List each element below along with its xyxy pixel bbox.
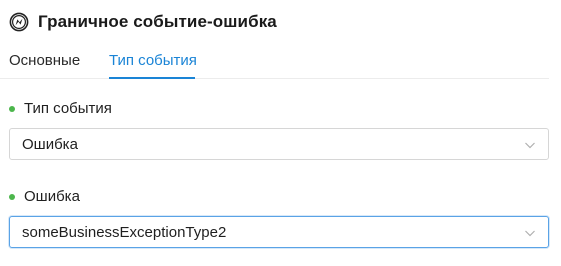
error-select[interactable]: someBusinessExceptionType2 [9, 216, 549, 248]
chevron-down-icon [525, 230, 535, 237]
event-type-label-text: Тип события [24, 100, 112, 117]
error-value: someBusinessExceptionType2 [22, 223, 227, 241]
required-dot-icon [9, 193, 15, 200]
chevron-down-icon [525, 142, 535, 149]
error-label: Ошибка [9, 188, 80, 205]
tab-event-type[interactable]: Тип события [109, 52, 197, 70]
event-type-value: Ошибка [22, 135, 78, 153]
error-label-text: Ошибка [24, 188, 80, 205]
panel-header: Граничное событие-ошибка [9, 10, 277, 34]
event-type-select[interactable]: Ошибка [9, 128, 549, 160]
event-type-label: Тип события [9, 100, 112, 117]
active-tab-indicator [109, 77, 195, 79]
tab-bar: Основные Тип события [0, 44, 549, 79]
properties-panel: Граничное событие-ошибка Основные Тип со… [0, 0, 561, 266]
panel-title: Граничное событие-ошибка [38, 12, 277, 31]
tab-main[interactable]: Основные [9, 52, 80, 70]
required-dot-icon [9, 105, 15, 112]
error-boundary-event-icon [9, 12, 29, 32]
